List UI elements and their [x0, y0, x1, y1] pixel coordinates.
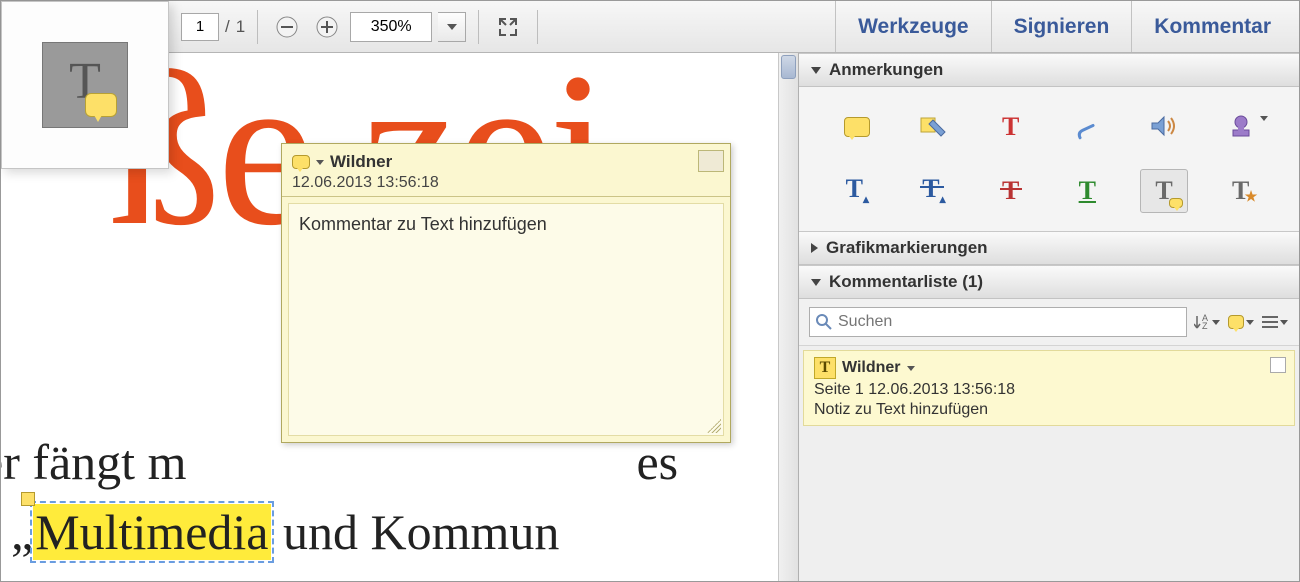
page-total: 1 [236, 17, 245, 37]
speaker-icon [1150, 114, 1178, 140]
replace-text-tool[interactable]: T▴ [910, 169, 958, 213]
separator [537, 10, 538, 44]
resize-grip-icon[interactable] [707, 419, 721, 433]
zoom-out-button[interactable] [270, 10, 304, 44]
stamp-icon [1228, 114, 1254, 140]
sticky-note-icon [844, 117, 870, 137]
sort-button[interactable]: AZ [1193, 308, 1221, 336]
annotation-marker-icon [21, 492, 35, 506]
popup-timestamp: 12.06.2013 13:56:18 [292, 174, 720, 192]
search-icon [816, 314, 832, 330]
right-link-group: Werkzeuge Signieren Kommentar [835, 1, 1293, 52]
strikethrough-t-icon: T▴ [922, 174, 945, 207]
fullscreen-button[interactable] [491, 10, 525, 44]
comment-meta: Seite 1 12.06.2013 13:56:18 [814, 381, 1284, 399]
side-pane: Anmerkungen T T▴ [799, 53, 1299, 581]
speech-bubble-icon [85, 93, 117, 117]
chevron-down-icon [811, 279, 821, 286]
chevron-down-icon [1212, 320, 1220, 325]
zoom-in-button[interactable] [310, 10, 344, 44]
chevron-down-icon [1246, 320, 1254, 325]
comment-search-row: AZ [799, 299, 1299, 346]
comment-bubble-icon [292, 155, 310, 169]
paperclip-icon [1074, 114, 1100, 140]
strikethrough-tool[interactable]: T [987, 169, 1035, 213]
add-text-comment-tool[interactable]: T [1140, 169, 1188, 213]
text-annotation-icon: T [814, 357, 836, 379]
list-icon [1262, 315, 1278, 329]
page-sep: / [225, 17, 230, 37]
popup-minimize-button[interactable] [698, 150, 724, 172]
sort-icon: AZ [1194, 313, 1210, 331]
options-button[interactable] [1261, 308, 1289, 336]
chevron-down-icon [811, 67, 821, 74]
toolbar: / 1 350% Werkzeuge Signieren Kommentar [1, 1, 1299, 53]
insert-text-tool[interactable]: T▴ [833, 169, 881, 213]
underline-t-icon: T [1079, 176, 1096, 206]
chevron-right-icon [811, 243, 818, 253]
text-callout-tool[interactable]: T★ [1217, 169, 1265, 213]
separator [257, 10, 258, 44]
panel-header-commentlist[interactable]: Kommentarliste (1) [799, 265, 1299, 299]
separator [478, 10, 479, 44]
vertical-scrollbar[interactable] [778, 53, 798, 581]
comment-list-item[interactable]: T Wildner Seite 1 12.06.2013 13:56:18 No… [803, 350, 1295, 426]
chevron-down-icon[interactable] [907, 366, 915, 371]
popup-author: Wildner [330, 152, 392, 172]
comment-bubble-icon [1228, 315, 1244, 329]
underline-tool[interactable]: T [1063, 169, 1111, 213]
comment-author: Wildner [842, 359, 901, 377]
comment-link[interactable]: Kommentar [1131, 1, 1293, 52]
comment-popup[interactable]: Wildner 12.06.2013 13:56:18 Kommentar zu… [281, 143, 731, 443]
comment-note: Notiz zu Text hinzufügen [814, 401, 1284, 419]
plus-icon [316, 16, 338, 38]
letter-t-icon: T▴ [846, 174, 869, 207]
sign-link[interactable]: Signieren [991, 1, 1132, 52]
tools-link[interactable]: Werkzeuge [835, 1, 991, 52]
chevron-down-icon [1260, 116, 1268, 121]
minus-icon [276, 16, 298, 38]
comment-checkbox[interactable] [1270, 357, 1286, 373]
highlighter-icon [919, 114, 949, 140]
strikethrough-t-icon: T [1002, 176, 1019, 206]
sticky-note-tool[interactable] [833, 105, 881, 149]
search-input[interactable] [838, 313, 1180, 331]
svg-text:Z: Z [1202, 321, 1208, 331]
zoom-level[interactable]: 350% [350, 12, 432, 42]
popup-textarea[interactable]: Kommentar zu Text hinzufügen [288, 203, 724, 436]
panel-header-annotations[interactable]: Anmerkungen [799, 53, 1299, 87]
annotation-tool-grid: T T▴ T▴ T T [799, 87, 1299, 231]
popup-header: Wildner 12.06.2013 13:56:18 [282, 144, 730, 197]
zoom-dropdown[interactable] [438, 12, 466, 42]
stamp-tool[interactable] [1217, 105, 1265, 149]
chevron-down-icon[interactable] [316, 160, 324, 165]
text-star-icon: T★ [1232, 176, 1249, 206]
highlighted-text[interactable]: Multimedia [33, 504, 270, 560]
letter-t-icon: T [1002, 112, 1019, 142]
expand-icon [498, 17, 518, 37]
scrollbar-thumb[interactable] [781, 55, 796, 79]
tool-preview-card: T [1, 1, 169, 169]
page-current-input[interactable] [181, 13, 219, 41]
chevron-down-icon [1280, 320, 1288, 325]
text-comment-tool-icon: T [42, 42, 128, 128]
panel-header-drawings[interactable]: Grafikmarkierungen [799, 231, 1299, 265]
workspace: ße zei er fängt m xxxxxxxxxxxxxxxxx es „… [1, 53, 1299, 581]
attach-file-tool[interactable] [1063, 105, 1111, 149]
search-box[interactable] [809, 307, 1187, 337]
chevron-down-icon [447, 24, 457, 30]
filter-button[interactable] [1227, 308, 1255, 336]
text-tool[interactable]: T [987, 105, 1035, 149]
highlight-tool[interactable] [910, 105, 958, 149]
document-text-line: „Multimedia und Kommun [11, 503, 559, 561]
audio-tool[interactable] [1140, 105, 1188, 149]
text-comment-icon: T [1155, 176, 1172, 206]
